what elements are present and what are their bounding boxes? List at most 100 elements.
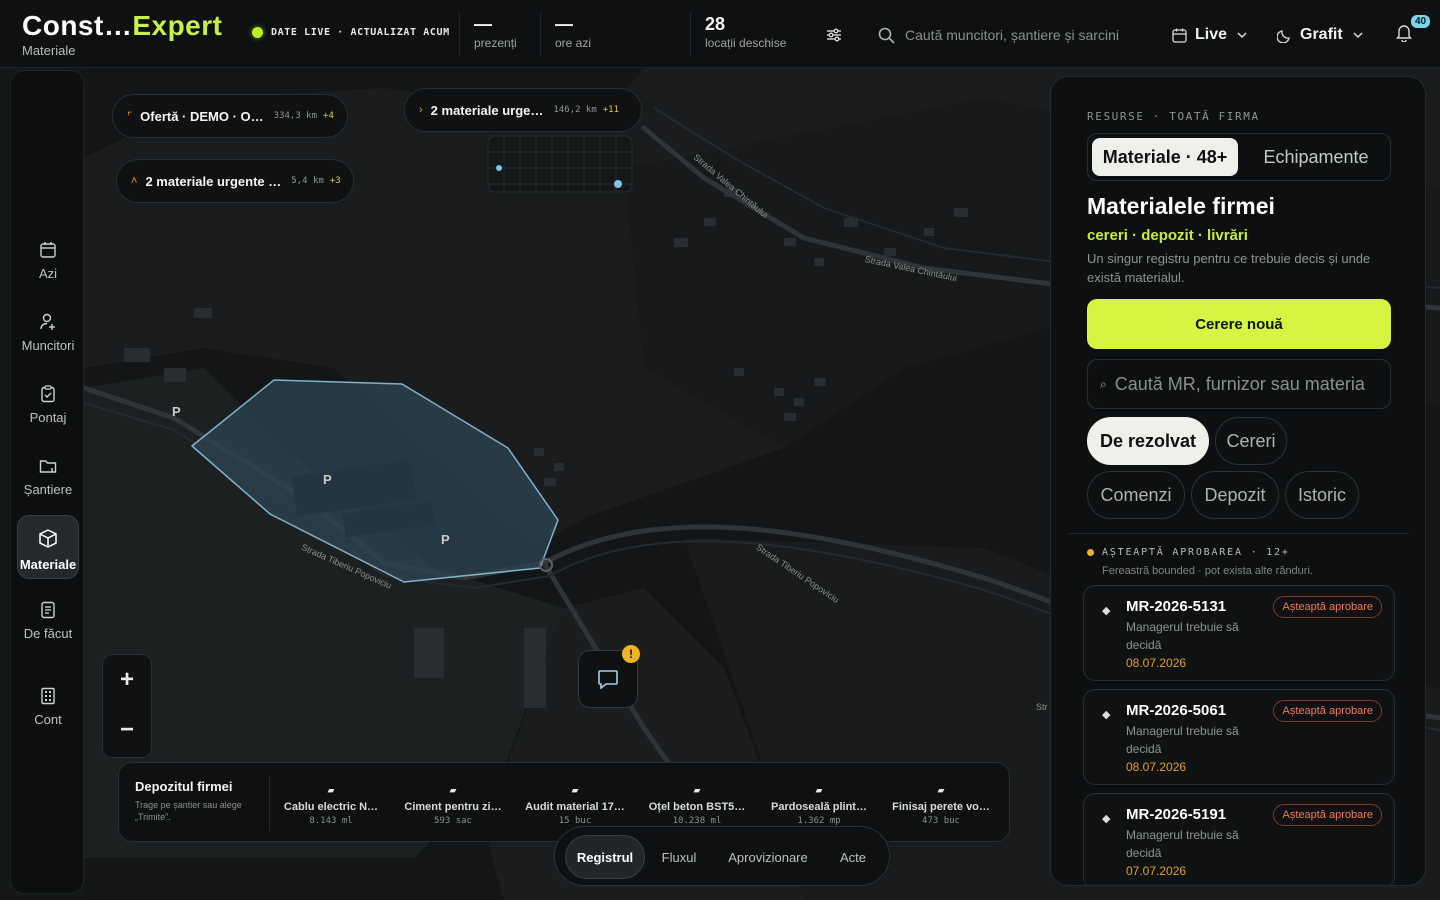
tab-fluxul[interactable]: Fluxul (651, 835, 707, 879)
sidebar-item-muncitori[interactable]: Muncitori (17, 313, 79, 353)
stat-open-locations: 28 locații deschise (690, 12, 786, 56)
notifications-button[interactable]: 40 (1394, 13, 1433, 48)
live-status: DATE LIVE · ACTUALIZAT ACUM (252, 27, 450, 38)
depot-item[interactable]: ▰ Pardoseală plint… 1.362 mp (761, 785, 877, 826)
stat-value: — (555, 14, 573, 34)
stat-label: locații deschise (705, 36, 787, 50)
sidebar-item-label: Muncitori (21, 338, 75, 353)
chat-button[interactable]: ! (578, 645, 640, 708)
filter-chip-de-rezolvat[interactable]: De rezolvat (1087, 417, 1209, 465)
request-id: MR-2026-5191 (1126, 806, 1227, 823)
search-icon: ⌕ (1100, 376, 1107, 391)
queue-note: Fereastră bounded · pot exista alte rând… (1102, 565, 1313, 577)
building-icon (41, 687, 55, 705)
depot-item-name: Ciment pentru zi… (404, 801, 502, 813)
sidebar-item-cont[interactable]: Cont (17, 687, 79, 727)
stat-present: — prezenți (459, 12, 517, 56)
segment-materiale[interactable]: Materiale · 48+ (1092, 138, 1238, 176)
depot-item-name: Cablu electric N… (283, 801, 379, 813)
filter-chip-cereri[interactable]: Cereri (1215, 417, 1287, 465)
sidebar-item-pontaj[interactable]: Pontaj (17, 385, 79, 425)
parking-marker: P (441, 532, 450, 547)
request-date: 08.07.2026 (1126, 656, 1187, 670)
zoom-out-button[interactable]: − (103, 705, 151, 755)
map-card-distance: 146,2 km (553, 105, 597, 115)
queue-header-text: AȘTEAPTĂ APROBAREA · 12+ (1102, 547, 1290, 558)
filters-button[interactable] (822, 24, 846, 46)
request-card[interactable]: ◆ MR-2026-5061 Așteaptă aprobare Manager… (1083, 689, 1395, 785)
map-card-title: 2 materiale urge… (430, 102, 544, 118)
stat-label: prezenți (474, 36, 517, 50)
stat-label: ore azi (555, 36, 592, 50)
diamond-icon: ◆ (1102, 605, 1111, 617)
depot-item[interactable]: ▰ Oțel beton BST5… 10.238 ml (639, 785, 755, 826)
sidebar-item-santiere[interactable]: Șantiere (17, 457, 79, 497)
arrow-icon: ⌜ (127, 110, 133, 123)
mode-dropdown[interactable]: Live (1172, 22, 1247, 48)
materials-search-input[interactable]: ⌕ Caută MR, furnizor sau materia (1087, 359, 1391, 409)
filter-chip-comenzi[interactable]: Comenzi (1087, 471, 1185, 519)
theme-dropdown[interactable]: Grafit (1277, 22, 1363, 48)
divider (269, 775, 270, 831)
map-marker-card[interactable]: ⌜ Ofertă · DEMO · O… 334,3 km +4 (112, 94, 348, 138)
sidebar-item-materiale[interactable]: Materiale (17, 515, 79, 579)
box-icon (39, 529, 57, 548)
depot-title: Depozitul firmei (135, 779, 233, 794)
map-marker-card[interactable]: ˄ 2 materiale urgente … 5,4 km +3 (116, 159, 354, 203)
tab-acte[interactable]: Acte (827, 835, 879, 879)
request-id: MR-2026-5131 (1126, 598, 1227, 615)
calendar-icon (40, 242, 56, 258)
app-logo: Const…Expert (22, 10, 222, 42)
request-description: Managerul trebuie să decidă (1126, 828, 1239, 860)
sidebar-item-azi[interactable]: Azi (17, 241, 79, 281)
stat-value: 28 (705, 14, 726, 34)
sliders-icon (827, 28, 841, 42)
chevron-up-icon: ˄ (131, 175, 138, 187)
filter-chip-depozit[interactable]: Depozit (1191, 471, 1279, 519)
depot-item-name: Finisaj perete vo… (892, 801, 990, 813)
depot-item-qty: 15 buc (558, 816, 592, 826)
parking-marker: P (323, 472, 332, 487)
search-icon (878, 27, 895, 44)
request-description: Managerul trebuie să decidă (1126, 620, 1239, 652)
brand[interactable]: Const…Expert Materiale (22, 10, 222, 58)
tab-aprovizionare[interactable]: Aprovizionare (715, 835, 821, 879)
theme-label: Grafit (1300, 26, 1343, 43)
filter-chip-istoric[interactable]: Istoric (1285, 471, 1359, 519)
panel-description: Un singur registru pentru ce trebuie dec… (1087, 251, 1371, 285)
search-placeholder: Caută muncitori, șantiere și sarcini (905, 27, 1119, 43)
global-search[interactable]: Caută muncitori, șantiere și sarcini (878, 22, 1138, 48)
brand-part-1: Const… (22, 10, 133, 41)
depot-item[interactable]: ▰ Cablu electric N… 8.143 ml (273, 785, 389, 826)
zoom-in-button[interactable]: + (103, 655, 151, 705)
folder-icon (39, 460, 57, 473)
drag-handle-icon: ▰ (693, 785, 701, 795)
depot-item[interactable]: ▰ Audit material 17… 15 buc (517, 785, 633, 826)
chevron-down-icon (1353, 32, 1363, 38)
diamond-icon: ◆ (1102, 813, 1111, 825)
tab-registrul[interactable]: Registrul (565, 835, 645, 879)
map-card-title: Ofertă · DEMO · O… (140, 108, 264, 124)
queue-header: AȘTEAPTĂ APROBAREA · 12+ (1087, 547, 1290, 558)
chat-icon (598, 670, 618, 689)
depot-item-name: Oțel beton BST5… (648, 801, 746, 813)
sidebar-item-label: Cont (34, 712, 62, 727)
map-card-count: +11 (602, 105, 620, 115)
depot-item[interactable]: ▰ Finisaj perete vo… 473 buc (883, 785, 999, 826)
new-request-button[interactable]: Cerere nouă (1087, 299, 1391, 349)
map-card-count: +3 (329, 176, 341, 186)
sidebar-item-label: De făcut (23, 626, 73, 641)
map-marker-card[interactable]: › 2 materiale urge… 146,2 km +11 (404, 88, 642, 132)
street-label: Str (1036, 702, 1048, 712)
sidebar-item-de-facut[interactable]: De făcut (17, 601, 79, 641)
mode-label: Live (1195, 26, 1228, 43)
map-card-distance: 5,4 km (291, 176, 324, 186)
panel-tagline: cereri · depozit · livrări (1087, 227, 1248, 244)
segment-echipamente[interactable]: Echipamente (1246, 138, 1386, 176)
request-description: Managerul trebuie să decidă (1126, 724, 1239, 756)
depot-item[interactable]: ▰ Ciment pentru zi… 593 sac (395, 785, 511, 826)
status-badge: Așteaptă aprobare (1273, 700, 1382, 722)
map-card-title: 2 materiale urgente … (145, 173, 282, 189)
request-card[interactable]: ◆ MR-2026-5131 Așteaptă aprobare Manager… (1083, 585, 1395, 681)
request-card[interactable]: ◆ MR-2026-5191 Așteaptă aprobare Manager… (1083, 793, 1395, 885)
